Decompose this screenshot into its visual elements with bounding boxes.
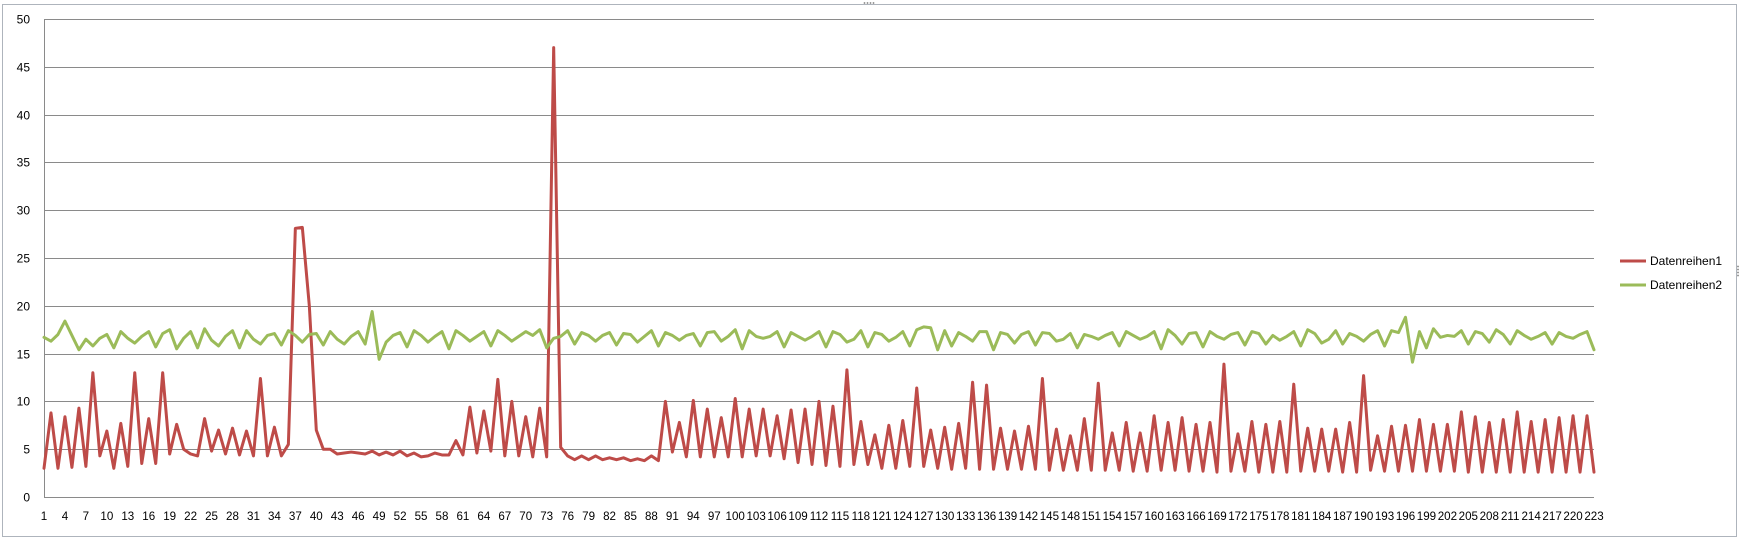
x-tick-label: 190	[1354, 510, 1373, 523]
x-tick-label: 106	[767, 510, 786, 523]
x-tick-label: 67	[498, 510, 511, 523]
x-tick-label: 82	[603, 510, 616, 523]
x-tick-label: 61	[456, 510, 469, 523]
y-tick-label: 40	[17, 109, 31, 123]
y-tick-label: 5	[23, 443, 30, 457]
x-tick-label: 13	[121, 510, 134, 523]
x-tick-label: 115	[831, 510, 849, 523]
x-tick-label: 205	[1459, 510, 1478, 523]
x-tick-label: 91	[666, 510, 679, 523]
x-tick-label: 46	[352, 510, 365, 523]
resize-grip-dot	[1737, 268, 1739, 271]
resize-grip-dot	[869, 2, 872, 4]
x-tick-label: 97	[708, 510, 721, 523]
legend-label: Datenreihen2	[1650, 278, 1722, 292]
series-line-datenreihen1	[42, 46, 1596, 474]
x-tick-label: 172	[1228, 510, 1247, 523]
x-tick-label: 214	[1521, 510, 1541, 523]
x-tick-label: 196	[1396, 510, 1415, 523]
x-tick-label: 37	[289, 510, 302, 523]
x-tick-label: 154	[1103, 510, 1123, 523]
x-tick-label: 208	[1480, 510, 1499, 523]
x-tick-label: 124	[893, 510, 913, 523]
x-tick-label: 43	[331, 510, 344, 523]
x-tick-label: 103	[746, 510, 765, 523]
x-tick-label: 193	[1375, 510, 1394, 523]
x-tick-label: 10	[100, 510, 113, 523]
x-tick-label: 151	[1082, 510, 1101, 523]
x-tick-label: 79	[582, 510, 595, 523]
x-tick-label: 16	[142, 510, 155, 523]
x-tick-label: 28	[226, 510, 239, 523]
x-tick-label: 94	[687, 510, 700, 523]
x-tick-label: 22	[184, 510, 197, 523]
x-tick-label: 160	[1144, 510, 1163, 523]
x-tick-label: 184	[1312, 510, 1332, 523]
x-tick-label: 52	[394, 510, 407, 523]
resize-grip-dot	[1737, 265, 1739, 268]
resize-grip-dot	[866, 2, 869, 4]
x-tick-label: 139	[998, 510, 1017, 523]
x-tick-label: 112	[810, 510, 828, 523]
y-tick-label: 35	[17, 156, 31, 170]
x-tick-label: 211	[1501, 510, 1519, 523]
x-tick-label: 175	[1249, 510, 1268, 523]
y-tick-label: 10	[17, 395, 31, 409]
x-tick-label: 220	[1563, 510, 1582, 523]
x-tick-label: 31	[247, 510, 260, 523]
y-tick-label: 15	[17, 348, 31, 362]
x-tick-label: 166	[1186, 510, 1205, 523]
line-chart: 0 5 10 15 20 25 30 35 40 45 50 1 4 7 10 13 16 19 22 25 28 31 3…	[17, 2, 1739, 523]
x-tick-label: 64	[477, 510, 490, 523]
x-tick-label: 127	[914, 510, 933, 523]
x-tick-label: 199	[1417, 510, 1436, 523]
x-tick-label: 109	[788, 510, 807, 523]
x-tick-label: 187	[1333, 510, 1352, 523]
x-tick-label: 58	[436, 510, 449, 523]
x-tick-label: 7	[83, 510, 89, 523]
x-tick-label: 217	[1542, 510, 1561, 523]
y-tick-label: 30	[17, 204, 31, 218]
x-tick-label: 169	[1207, 510, 1226, 523]
x-tick-label: 178	[1270, 510, 1289, 523]
x-tick-label: 148	[1061, 510, 1080, 523]
x-tick-label: 202	[1438, 510, 1457, 523]
x-tick-label: 157	[1124, 510, 1143, 523]
x-tick-label: 76	[561, 510, 574, 523]
x-tick-label: 223	[1584, 510, 1603, 523]
x-tick-label: 100	[726, 510, 745, 523]
x-tick-label: 163	[1165, 510, 1184, 523]
y-tick-label: 25	[17, 252, 31, 266]
x-tick-label: 34	[268, 510, 281, 523]
resize-grip-dot	[1737, 271, 1739, 274]
x-tick-label: 121	[872, 510, 891, 523]
resize-grip-dot	[872, 2, 875, 4]
x-tick-label: 19	[163, 510, 176, 523]
x-tick-label: 118	[852, 510, 870, 523]
x-tick-label: 49	[373, 510, 386, 523]
x-tick-label: 181	[1291, 510, 1310, 523]
x-tick-label: 73	[540, 510, 553, 523]
x-tick-label: 40	[310, 510, 323, 523]
x-tick-label: 145	[1040, 510, 1059, 523]
x-tick-label: 1	[41, 510, 47, 523]
legend-label: Datenreihen1	[1650, 254, 1722, 268]
x-tick-label: 4	[62, 510, 69, 523]
y-tick-label: 0	[23, 491, 30, 505]
x-tick-label: 142	[1019, 510, 1038, 523]
x-tick-label: 88	[645, 510, 658, 523]
x-tick-label: 130	[935, 510, 954, 523]
x-tick-label: 133	[956, 510, 975, 523]
y-tick-label: 50	[17, 13, 31, 27]
x-tick-label: 136	[977, 510, 996, 523]
x-tick-label: 70	[519, 510, 532, 523]
resize-grip-dot	[1737, 274, 1739, 277]
y-tick-label: 20	[17, 300, 31, 314]
y-tick-label: 45	[17, 61, 31, 75]
x-tick-label: 85	[624, 510, 637, 523]
x-tick-label: 55	[415, 510, 428, 523]
x-tick-label: 25	[205, 510, 218, 523]
resize-grip-dot	[863, 2, 866, 4]
